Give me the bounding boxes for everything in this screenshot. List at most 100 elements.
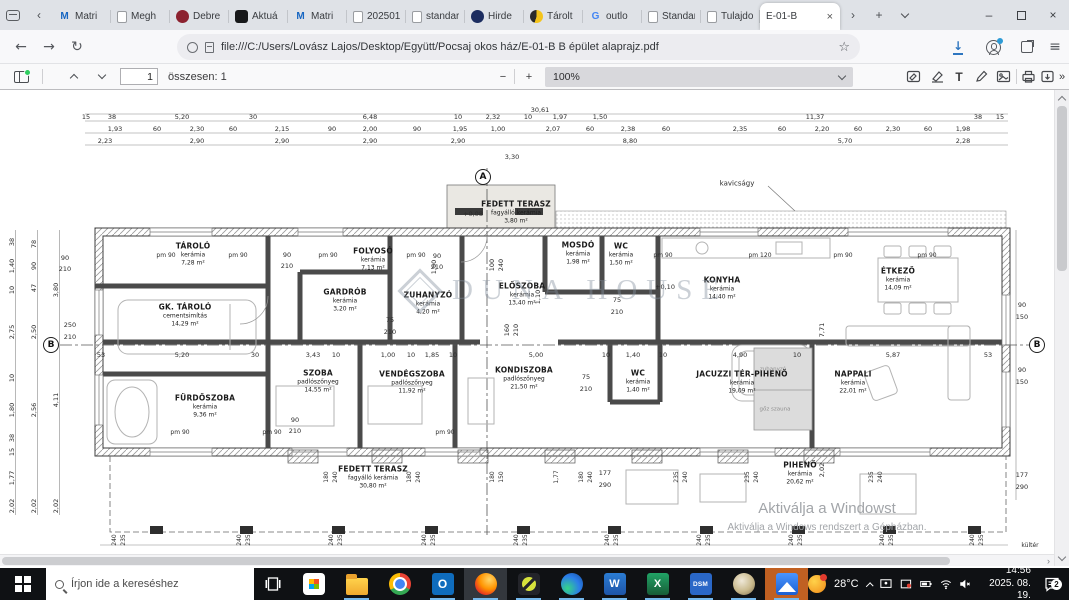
vertical-scrollbar[interactable] [1054, 90, 1069, 566]
signature-tool-button[interactable] [902, 64, 924, 89]
tab[interactable]: Standard.p [642, 3, 701, 30]
dimension-label: 60 [585, 124, 595, 133]
taskbar-app-excel[interactable]: X [636, 568, 679, 600]
taskbar-app-photos[interactable] [765, 568, 808, 600]
url-text[interactable]: file:///C:/Users/Lovász Lajos/Desktop/Eg… [221, 41, 831, 53]
tab[interactable]: Hirde [465, 3, 524, 30]
scroll-down-button[interactable] [1055, 551, 1069, 565]
taskbar-app-microsoft-store[interactable] [292, 568, 335, 600]
address-bar[interactable]: file:///C:/Users/Lovász Lajos/Desktop/Eg… [177, 34, 860, 60]
dimension-label: 1,85 [424, 350, 440, 359]
show-hidden-icons-button[interactable] [865, 581, 874, 590]
media-app-icon [517, 573, 540, 595]
toggle-sidebar-button[interactable] [8, 64, 34, 89]
volume-muted-icon[interactable] [959, 577, 971, 591]
draw-tool-button[interactable] [970, 64, 992, 89]
screenshare-icon[interactable] [900, 577, 912, 591]
list-all-tabs-button[interactable] [892, 3, 918, 27]
dimension-label: 15 [81, 112, 91, 121]
save-button[interactable] [1037, 64, 1057, 89]
new-tab-button[interactable]: + [866, 3, 892, 27]
taskbar-app-dsm[interactable]: DSM [679, 568, 722, 600]
page-info-icon[interactable] [205, 41, 214, 53]
tab[interactable]: Aktuá [229, 3, 288, 30]
scroll-tabs-right-button[interactable]: › [840, 3, 866, 27]
start-button[interactable] [0, 568, 46, 600]
dimension-label: 1,77 [553, 470, 560, 484]
menu-button[interactable]: ≡ [1042, 34, 1068, 60]
downloads-button[interactable]: ↓ [945, 34, 971, 60]
tab[interactable]: Tulajdoni [701, 3, 760, 30]
scroll-up-button[interactable] [1055, 91, 1069, 105]
reload-button[interactable]: ↻ [64, 34, 90, 60]
vertical-scroll-thumb[interactable] [1057, 106, 1067, 271]
highlight-tool-button[interactable] [926, 64, 948, 89]
print-button[interactable] [1018, 64, 1038, 89]
tab[interactable]: Tárolt [524, 3, 583, 30]
tab-overview-button[interactable] [0, 3, 26, 27]
tab[interactable]: standard [406, 3, 465, 30]
dimension-label: 250 [63, 320, 77, 329]
taskbar-app-word[interactable]: W [593, 568, 636, 600]
windows-logo-icon [15, 576, 31, 592]
wifi-icon[interactable] [940, 577, 952, 591]
tab[interactable]: 20250113 [347, 3, 406, 30]
tab[interactable]: Megh [111, 3, 170, 30]
save-icon [1040, 70, 1054, 83]
taskbar-search-box[interactable]: Írjon ide a kereséshez [46, 568, 254, 600]
dimension-label: 90 [1017, 300, 1027, 309]
pdf-page[interactable]: 30,61 15 38 5,20 30 6,48 10 2,32 10 1,97 1,50 11,37… [0, 90, 1054, 554]
previous-page-button[interactable] [62, 64, 86, 89]
close-window-button[interactable]: × [1037, 0, 1069, 30]
taskbar-clock[interactable]: 14:56 2025. 08. 19. [981, 565, 1031, 600]
zoom-out-button[interactable]: − [492, 64, 514, 89]
taskbar-app-edge[interactable] [550, 568, 593, 600]
dimension-label: 210 [280, 261, 294, 270]
remote-session-icon[interactable] [880, 577, 892, 591]
next-page-button[interactable] [90, 64, 114, 89]
battery-icon[interactable] [919, 577, 932, 591]
minimize-button[interactable]: – [973, 0, 1005, 30]
tab[interactable]: M Matri [52, 3, 111, 30]
text-tool-button[interactable]: T [948, 64, 970, 89]
dimension-label: 210 [288, 426, 302, 435]
horizontal-scrollbar[interactable]: › [0, 554, 1054, 566]
tab[interactable]: E-01-B × [760, 3, 840, 30]
dimension-label: 240 [587, 471, 594, 483]
page-number-input[interactable] [120, 68, 158, 85]
taskbar-app-map-app[interactable] [722, 568, 765, 600]
zoom-in-button[interactable]: + [518, 64, 540, 89]
maximize-button[interactable] [1005, 0, 1037, 30]
tab[interactable]: Goutlo [583, 3, 642, 30]
image-tool-button[interactable] [992, 64, 1014, 89]
taskbar-app-firefox[interactable] [464, 568, 507, 600]
taskbar-app-chrome[interactable] [378, 568, 421, 600]
scroll-tabs-left-button[interactable]: ‹ [26, 3, 52, 27]
taskbar-app-media-app[interactable] [507, 568, 550, 600]
dimension-label: 90 [60, 253, 70, 262]
extensions-button[interactable] [1014, 34, 1040, 60]
tab-title: Megh [131, 11, 157, 22]
tab[interactable]: M Matri [288, 3, 347, 30]
tab-close-icon[interactable]: × [826, 11, 834, 23]
back-button[interactable]: ← [8, 34, 34, 60]
taskbar-app-file-explorer[interactable] [335, 568, 378, 600]
room-label: JACUZZI TÉR-PIHENŐ kerámia 19,09 m² [696, 369, 788, 394]
tab[interactable]: Debre [170, 3, 229, 30]
horizontal-scroll-thumb[interactable] [2, 557, 950, 565]
dimension-label: 235 [797, 534, 804, 546]
action-center-button[interactable]: 2 [1041, 577, 1063, 592]
taskbar-app-outlook[interactable]: O [421, 568, 464, 600]
more-tools-button[interactable]: » [1055, 64, 1069, 89]
zoom-select[interactable]: 100% [545, 67, 853, 87]
task-view-button[interactable] [254, 568, 292, 600]
scroll-right-button[interactable]: › [1047, 555, 1050, 567]
bookmark-star-icon[interactable]: ☆ [838, 40, 850, 55]
account-button[interactable] [980, 34, 1006, 60]
weather-icon[interactable] [808, 574, 827, 593]
temperature-label[interactable]: 28°C [834, 578, 859, 590]
forward-button[interactable]: → [36, 34, 62, 60]
tracking-protection-icon[interactable] [187, 41, 198, 53]
dimension-label: 10 [792, 350, 802, 359]
room-label: PIHENŐ kerámia 20,62 m² [783, 460, 817, 485]
